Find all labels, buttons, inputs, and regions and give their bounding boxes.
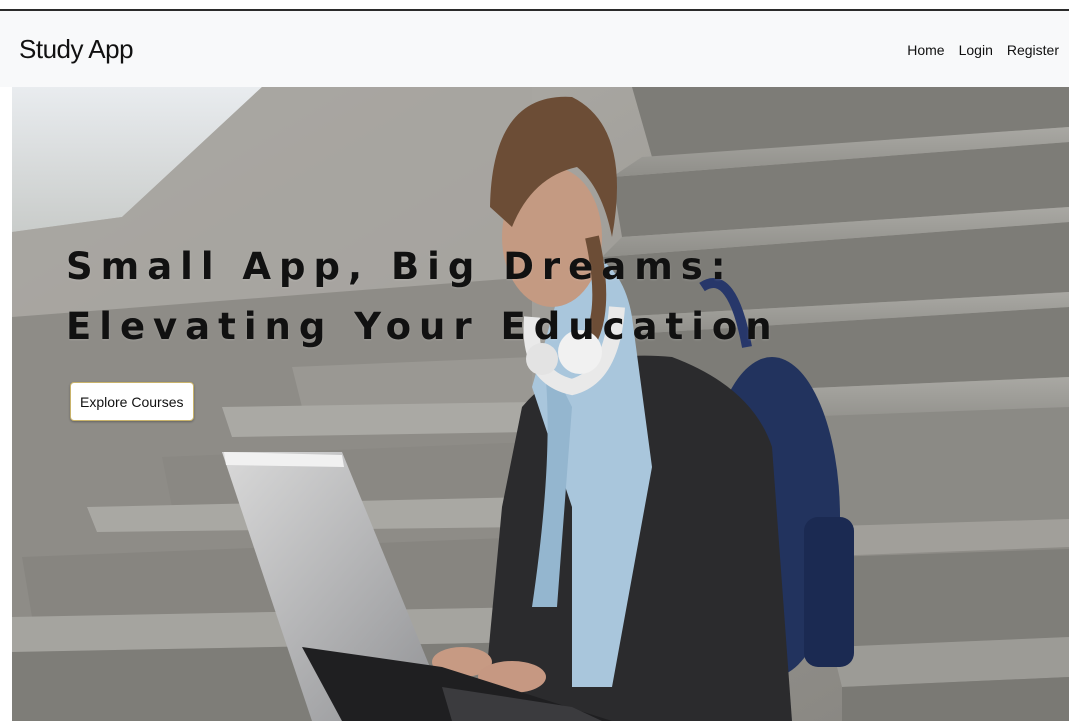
nav-register-link[interactable]: Register — [1007, 42, 1059, 58]
nav-links: Home Login Register — [907, 42, 1059, 58]
brand-logo[interactable]: Study App — [19, 34, 134, 65]
hero-section: Small App, Big Dreams: Elevating Your Ed… — [12, 87, 1069, 721]
hero-headline-line-1: Small App, Big Dreams: — [66, 245, 734, 288]
hero-headline: Small App, Big Dreams: Elevating Your Ed… — [66, 237, 780, 357]
nav-home-link[interactable]: Home — [907, 42, 944, 58]
nav-login-link[interactable]: Login — [959, 42, 993, 58]
hero-headline-line-2: Elevating Your Education — [66, 305, 780, 348]
navbar: Study App Home Login Register — [0, 11, 1069, 87]
explore-courses-button[interactable]: Explore Courses — [70, 382, 194, 421]
